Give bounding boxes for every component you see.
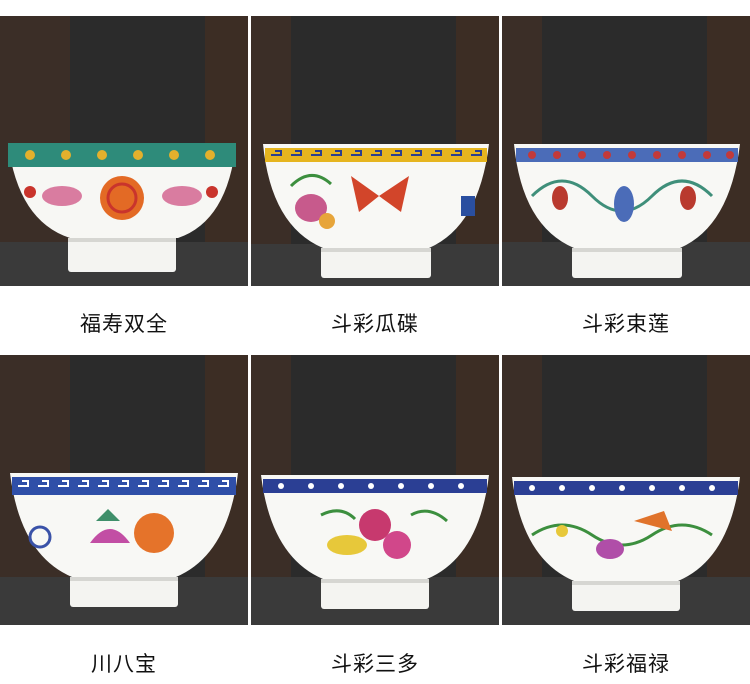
product-card-fulu[interactable]: 斗彩福禄: [502, 355, 750, 684]
bowl-photo: [251, 16, 499, 286]
bowl-photo: [0, 355, 248, 625]
product-label: 斗彩瓜碟: [331, 312, 419, 336]
product-card-guadie[interactable]: 斗彩瓜碟: [251, 16, 499, 346]
product-card-shulian[interactable]: 斗彩束莲: [502, 16, 750, 346]
product-card-fushou[interactable]: 福寿双全: [0, 16, 248, 346]
product-card-chuanbabao[interactable]: 川八宝: [0, 355, 248, 684]
product-label: 斗彩束莲: [582, 312, 670, 336]
product-label: 福寿双全: [80, 312, 168, 336]
product-grid: 福寿双全 斗彩瓜碟 斗彩束莲 川八宝 斗彩三多 斗彩福禄: [0, 0, 750, 684]
product-card-sanduo[interactable]: 斗彩三多: [251, 355, 499, 684]
product-label: 斗彩三多: [331, 652, 419, 676]
product-label: 川八宝: [91, 652, 157, 676]
bowl-photo: [502, 16, 750, 286]
bowl-photo: [502, 355, 750, 625]
bowl-photo: [0, 16, 248, 286]
product-label: 斗彩福禄: [582, 652, 670, 676]
bowl-photo: [251, 355, 499, 625]
